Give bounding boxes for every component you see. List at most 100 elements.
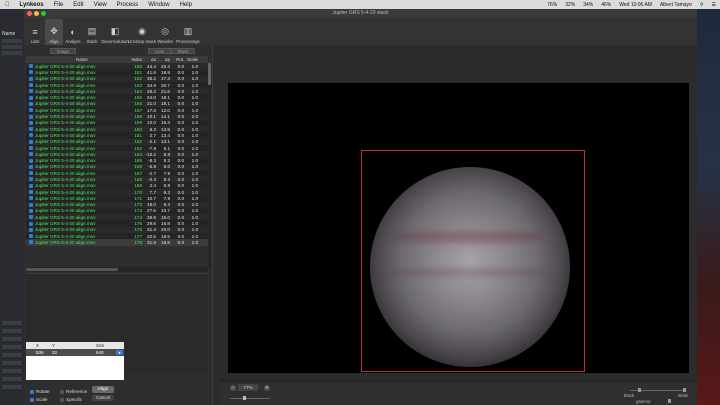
table-row[interactable]: Jupiter GRS 5-4-20 align.mov 159 10.0 16.3 0… [26,119,208,126]
header-index[interactable]: Index [129,57,143,62]
include-checkbox[interactable] [26,76,35,81]
table-row[interactable]: Jupiter GRS 5-4-20 align.mov 158 10.1 14.1 0… [26,113,208,120]
include-checkbox[interactable] [26,208,35,213]
include-checkbox[interactable] [26,108,35,113]
include-checkbox[interactable] [26,221,35,226]
scroll-thumb[interactable] [208,63,211,85]
header-y[interactable]: Y [40,343,70,348]
table-row[interactable]: Jupiter GRS 5-4-20 align.mov 161 2.7 13.4 0.… [26,132,208,139]
toolbar-wavelet-button[interactable]: ◎ Wavelet [156,19,174,45]
header-name[interactable]: Name [35,57,129,62]
segment-block[interactable]: Block [170,48,196,54]
header-rot[interactable]: Rot. [171,57,185,62]
finder-row[interactable] [2,45,22,49]
table-row[interactable]: Jupiter GRS 5-4-20 align.mov 172 19.0 6.4 0.… [26,201,208,208]
table-row[interactable]: Jupiter GRS 5-4-20 align.mov 151 41.6 18.9 0… [26,69,208,76]
zoom-in-icon[interactable]: + [264,385,270,391]
menu-app[interactable]: Lynkeos [15,2,49,8]
reference-checkbox[interactable]: Reference [60,389,87,394]
include-checkbox[interactable] [26,70,35,75]
table-row[interactable]: Jupiter GRS 5-4-20 align.mov 150 44.4 20.4 0… [26,63,208,70]
list-horizontal-scrollbar[interactable] [26,267,208,272]
align-button[interactable]: Align [92,386,114,393]
include-checkbox[interactable] [26,171,35,176]
table-row[interactable]: Jupiter GRS 5-4-20 align.mov 156 21.0 18.1 0… [26,100,208,108]
include-checkbox[interactable] [26,183,35,188]
finder-row[interactable] [2,51,22,55]
table-row[interactable]: Jupiter GRS 5-4-20 align.mov 174 28.9 15.0 0… [26,214,208,221]
toolbar-deconvolution-button[interactable]: ◧ Deconvolution [101,19,128,45]
table-row[interactable]: Jupiter GRS 5-4-20 align.mov 176 31.4 20.0 0… [26,226,208,234]
table-row[interactable]: Jupiter GRS 5-4-20 align.mov 163 -7.8 6.1 0.… [26,144,208,152]
status-mem[interactable]: 32% [561,2,579,8]
toolbar-processings-button[interactable]: ▥ Processings [175,19,201,45]
table-row[interactable]: Jupiter GRS 5-4-20 align.mov 166 -5.8 6.0 0.… [26,163,208,171]
table-row[interactable]: Jupiter GRS 5-4-20 align.mov 175 29.6 16.8 0… [26,220,208,227]
menu-edit[interactable]: Edit [68,2,88,8]
search-icon[interactable]: ⚲ [696,2,708,8]
specific-checkbox[interactable]: Specific [60,397,82,402]
table-row[interactable]: Jupiter GRS 5-4-20 align.mov 168 -0.3 8.3 0.… [26,176,208,183]
include-checkbox[interactable] [26,196,35,201]
include-checkbox[interactable] [26,215,35,220]
finder-row[interactable] [2,361,22,365]
table-row[interactable]: Jupiter GRS 5-4-20 align.mov 157 17.8 12.0 0… [26,107,208,114]
include-checkbox[interactable] [26,164,35,169]
table-row[interactable]: Jupiter GRS 5-4-20 align.mov 169 2.4 6.8 0.0… [26,182,208,189]
include-checkbox[interactable] [26,64,35,69]
table-row[interactable]: Jupiter GRS 5-4-20 align.mov 171 10.7 7.9 0.… [26,195,208,202]
menu-view[interactable]: View [89,2,112,8]
clock[interactable]: Wed 10:06 AM [615,2,656,8]
align-point-y[interactable]: 22 [40,350,70,355]
toolbar-lists-button[interactable]: ≡ Lists [26,19,44,45]
list-vertical-scrollbar[interactable] [208,63,211,267]
include-checkbox[interactable] [26,101,35,106]
menu-window[interactable]: Window [143,2,174,8]
include-checkbox[interactable] [26,89,35,94]
status-disk[interactable]: 34% [579,2,597,8]
title-bar[interactable]: Jupiter GRS 5-4-20 stack [24,9,697,18]
segment-image[interactable]: Image [50,48,76,54]
finder-row[interactable] [2,385,22,389]
finder-row[interactable] [2,321,22,325]
include-checkbox[interactable] [26,202,35,207]
include-checkbox[interactable] [26,139,35,144]
header-dy[interactable]: Δy [157,57,171,62]
table-row[interactable]: Jupiter GRS 5-4-20 align.mov 160 8.2 13.5 0.… [26,125,208,133]
panel-splitter[interactable] [212,45,220,405]
table-row[interactable]: Jupiter GRS 5-4-20 align.mov 153 34.9 20.7 0… [26,81,208,89]
table-row[interactable]: Jupiter GRS 5-4-20 align.mov 165 -8.3 8.2 0.… [26,157,208,164]
table-row[interactable]: Jupiter GRS 5-4-20 align.mov 155 24.0 18.1 0… [26,94,208,101]
menu-file[interactable]: File [49,2,69,8]
include-checkbox[interactable] [26,234,35,239]
finder-row[interactable] [2,329,22,333]
viewer-horizontal-scrollbar[interactable] [220,379,697,382]
include-checkbox[interactable] [26,95,35,100]
header-dx[interactable]: Δx [143,57,157,62]
size-dropdown-icon[interactable]: ▾ [116,350,123,355]
zoom-field[interactable]: 77% [238,384,258,391]
alignment-square[interactable] [361,150,585,372]
include-checkbox[interactable] [26,152,35,157]
table-row[interactable]: Jupiter GRS 5-4-20 align.mov 154 28.2 21.6 0… [26,88,208,95]
table-row[interactable]: Jupiter GRS 5-4-20 align.mov 178 31.9 16.8 0… [26,239,208,246]
menu-list-icon[interactable]: ☰ [708,2,720,8]
finder-row[interactable] [2,345,22,349]
align-point-size[interactable]: 640 [70,350,104,355]
include-checkbox[interactable] [26,114,35,119]
finder-row[interactable] [2,377,22,381]
table-row[interactable]: Jupiter GRS 5-4-20 align.mov 152 36.2 17.3 0… [26,75,208,82]
white-level-knob[interactable] [683,388,686,392]
scroll-thumb[interactable] [26,268,118,271]
finder-row[interactable] [2,39,22,43]
include-checkbox[interactable] [26,127,35,132]
include-checkbox[interactable] [26,83,35,88]
include-checkbox[interactable] [26,190,35,195]
rotate-checkbox[interactable]: Rotate [30,389,50,394]
scale-checkbox[interactable]: Scale [30,397,48,402]
include-checkbox[interactable] [26,158,35,163]
black-level-knob[interactable] [638,388,641,392]
menu-help[interactable]: Help [175,2,197,8]
align-point-x[interactable]: 536 [26,350,44,355]
status-battery[interactable]: 46% [597,2,615,8]
